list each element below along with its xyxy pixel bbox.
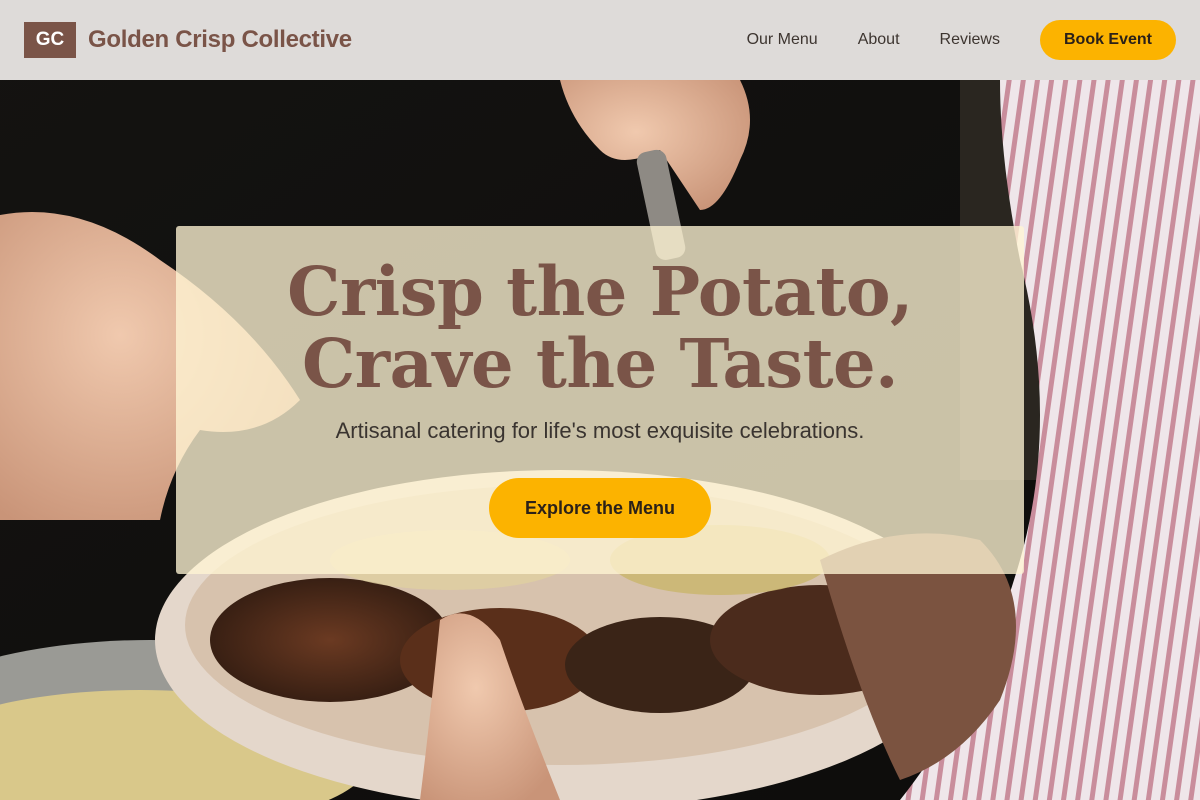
explore-menu-button[interactable]: Explore the Menu [489, 478, 711, 538]
logo-badge[interactable]: GC [24, 22, 76, 58]
book-event-button[interactable]: Book Event [1039, 20, 1176, 60]
nav-link-our-menu[interactable]: Our Menu [747, 31, 818, 49]
nav-link-about[interactable]: About [858, 31, 900, 49]
nav-link-reviews[interactable]: Reviews [940, 31, 1000, 49]
main-nav: Our Menu About Reviews Book Event [747, 20, 1176, 60]
brand-name[interactable]: Golden Crisp Collective [88, 26, 352, 54]
hero-subtitle: Artisanal catering for life's most exqui… [335, 418, 865, 443]
hero-card: Crisp the Potato, Crave the Taste. Artis… [176, 226, 1024, 574]
hero-title: Crisp the Potato, Crave the Taste. [287, 252, 913, 403]
site-header: GC Golden Crisp Collective Our Menu Abou… [0, 0, 1200, 80]
page: GC Golden Crisp Collective Our Menu Abou… [0, 0, 1200, 800]
